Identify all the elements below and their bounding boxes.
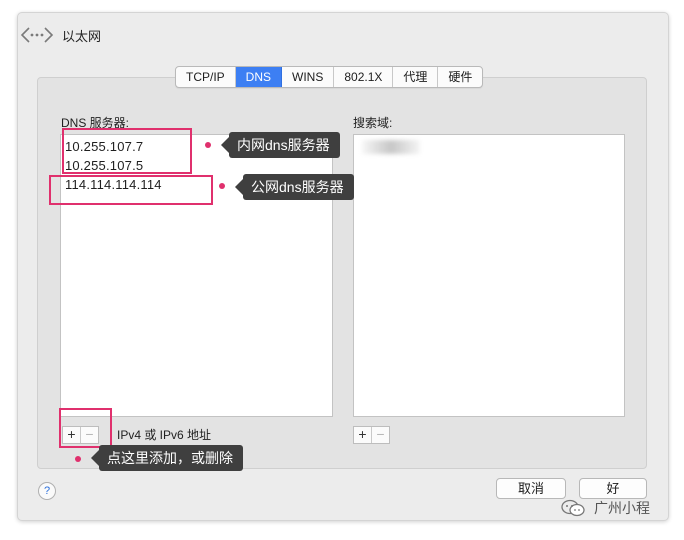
blurred-entry: [362, 140, 420, 154]
tab-wins[interactable]: WINS: [282, 67, 335, 87]
wechat-icon: [561, 499, 585, 517]
ip-format-note: IPv4 或 IPv6 地址: [117, 428, 212, 442]
annotation-dot: [75, 456, 81, 462]
tab-proxy[interactable]: 代理: [393, 67, 439, 87]
public-dns-callout: 公网dns服务器: [235, 174, 354, 200]
tab-8021x[interactable]: 802.1X: [334, 67, 394, 87]
tab-tcpip[interactable]: TCP/IP: [176, 67, 236, 87]
search-domain-list[interactable]: [353, 134, 625, 417]
search-domains-label: 搜索域:: [353, 116, 393, 130]
watermark-text: 广州小程: [594, 500, 650, 516]
watermark: 广州小程: [560, 498, 650, 518]
remove-search-domain-button[interactable]: −: [371, 427, 389, 443]
internal-dns-highlight: [62, 128, 192, 174]
tab-bar: TCP/IP DNS WINS 802.1X 代理 硬件: [175, 66, 484, 88]
tab-hardware[interactable]: 硬件: [438, 67, 482, 87]
internal-dns-callout: 内网dns服务器: [221, 132, 340, 158]
cancel-button[interactable]: 取消: [496, 478, 566, 499]
search-add-remove-group: + −: [353, 426, 390, 444]
ok-button[interactable]: 好: [579, 478, 647, 499]
add-remove-callout: 点这里添加，或删除: [91, 445, 243, 471]
public-dns-highlight: [49, 175, 213, 205]
help-button[interactable]: ?: [38, 482, 56, 500]
network-arrows-icon[interactable]: [20, 25, 54, 45]
window-title: 以太网: [62, 28, 102, 44]
tab-dns[interactable]: DNS: [235, 67, 283, 87]
add-remove-highlight: [59, 408, 112, 448]
add-search-domain-button[interactable]: +: [354, 427, 371, 443]
annotation-dot: [205, 142, 211, 148]
annotation-dot: [219, 183, 225, 189]
title-bar: 以太网: [20, 22, 101, 48]
